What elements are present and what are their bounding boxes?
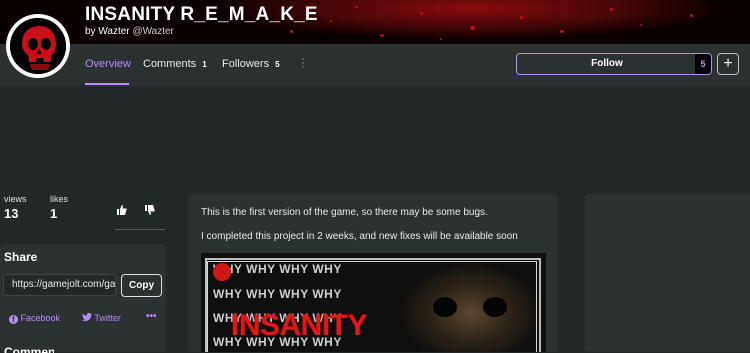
thumbs-up-icon[interactable] — [117, 202, 127, 215]
game-avatar[interactable] — [6, 14, 70, 78]
description-line-2: I completed this project in 2 weeks, and… — [201, 231, 518, 242]
twitter-share-link[interactable]: Twitter — [82, 313, 121, 324]
facebook-share-link[interactable]: f Facebook — [9, 313, 60, 324]
like-divider — [115, 229, 165, 230]
facebook-icon: f — [9, 315, 18, 324]
cover-frame-inner — [207, 261, 537, 352]
tab-label: Comments — [143, 58, 197, 70]
facebook-label: Facebook — [20, 313, 61, 323]
skull-icon — [10, 18, 66, 74]
tab-overview[interactable]: Overview — [85, 58, 131, 70]
likes-value: 1 — [50, 206, 58, 221]
active-tab-indicator — [85, 83, 129, 85]
game-cover-image[interactable]: WHY WHY WHY WHY WHY WHY WHY WHY WHY WHY … — [201, 253, 546, 352]
thumbs-down-icon[interactable] — [145, 202, 155, 215]
share-url-input[interactable]: https://gamejolt.com/games/insanity-rema… — [3, 274, 116, 296]
follow-count: 5 — [695, 54, 711, 74]
add-to-playlist-button[interactable]: + — [717, 53, 739, 75]
tab-comments[interactable]: Comments 1 — [143, 58, 207, 70]
game-title: INSANITY R_E_M_A_K_E — [85, 4, 318, 25]
likes-label: likes — [50, 194, 69, 204]
follow-label: Follow — [591, 58, 623, 69]
author-name[interactable]: Wazter — [98, 26, 129, 37]
views-value: 13 — [4, 206, 19, 221]
description-line-1: This is the first version of the game, s… — [201, 207, 488, 218]
by-prefix: by — [85, 26, 96, 37]
share-title: Share — [4, 250, 38, 264]
tab-label: Overview — [85, 58, 131, 70]
followers-count: 5 — [275, 60, 280, 69]
kebab-menu-icon[interactable]: · · · — [301, 52, 305, 72]
copy-button[interactable]: Copy — [121, 274, 162, 297]
author-handle[interactable]: @Wazter — [132, 26, 173, 37]
twitter-icon — [82, 313, 92, 324]
tab-followers[interactable]: Followers 5 — [222, 58, 280, 70]
more-share-options[interactable]: ••• — [146, 311, 157, 322]
views-label: views — [4, 194, 27, 204]
sidebar-card — [585, 194, 750, 352]
follow-button[interactable]: Follow 5 — [516, 53, 712, 75]
comments-count: 1 — [202, 60, 207, 69]
tab-label: Followers — [222, 58, 270, 70]
author-byline[interactable]: by Wazter @Wazter — [85, 26, 174, 37]
twitter-label: Twitter — [94, 313, 121, 323]
